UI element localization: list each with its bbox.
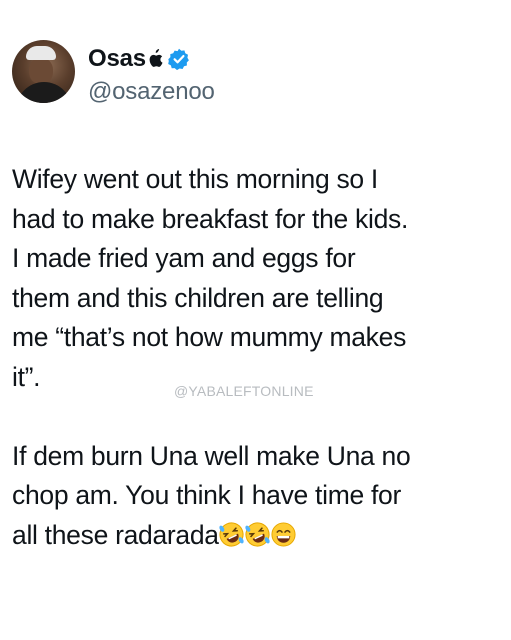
tweet-line: I made fried yam and eggs for	[12, 243, 356, 273]
tweet-line-text: all these radarada	[12, 519, 219, 550]
tweet-line: chop am. You think I have time for	[12, 480, 402, 510]
display-name[interactable]: Osas	[88, 45, 146, 73]
rolling-on-floor-laughing-emoji-icon	[245, 521, 270, 547]
watermark: @YABALEFTONLINE	[174, 383, 314, 399]
tweet-line: If dem burn Una well make Una no	[12, 440, 411, 471]
tweet-line: them and this children are telling	[12, 282, 384, 313]
tweet-line: had to make breakfast for the kids.	[12, 203, 409, 234]
tweet-line: me “that’s not how mummy makes	[12, 322, 407, 352]
verified-badge-icon	[168, 48, 189, 70]
avatar[interactable]	[12, 40, 75, 103]
display-name-row: Osas	[88, 44, 215, 74]
tweet-text: Wifey went out this morning so I had to …	[12, 160, 507, 555]
tweet-line: Wifey went out this morning so I	[12, 164, 378, 194]
tweet-line-last: all these radarada	[12, 516, 507, 556]
avatar-cap	[26, 46, 56, 60]
avatar-face	[29, 58, 53, 84]
rolling-on-floor-laughing-emoji-icon	[219, 521, 244, 547]
author-handle[interactable]: @osazenoo	[88, 78, 215, 106]
avatar-shirt	[16, 82, 72, 103]
apple-icon	[149, 49, 163, 67]
tweet-header: Osas @osazenoo	[12, 40, 215, 106]
author-names: Osas @osazenoo	[88, 44, 215, 106]
grinning-squinting-face-emoji-icon	[271, 521, 296, 547]
